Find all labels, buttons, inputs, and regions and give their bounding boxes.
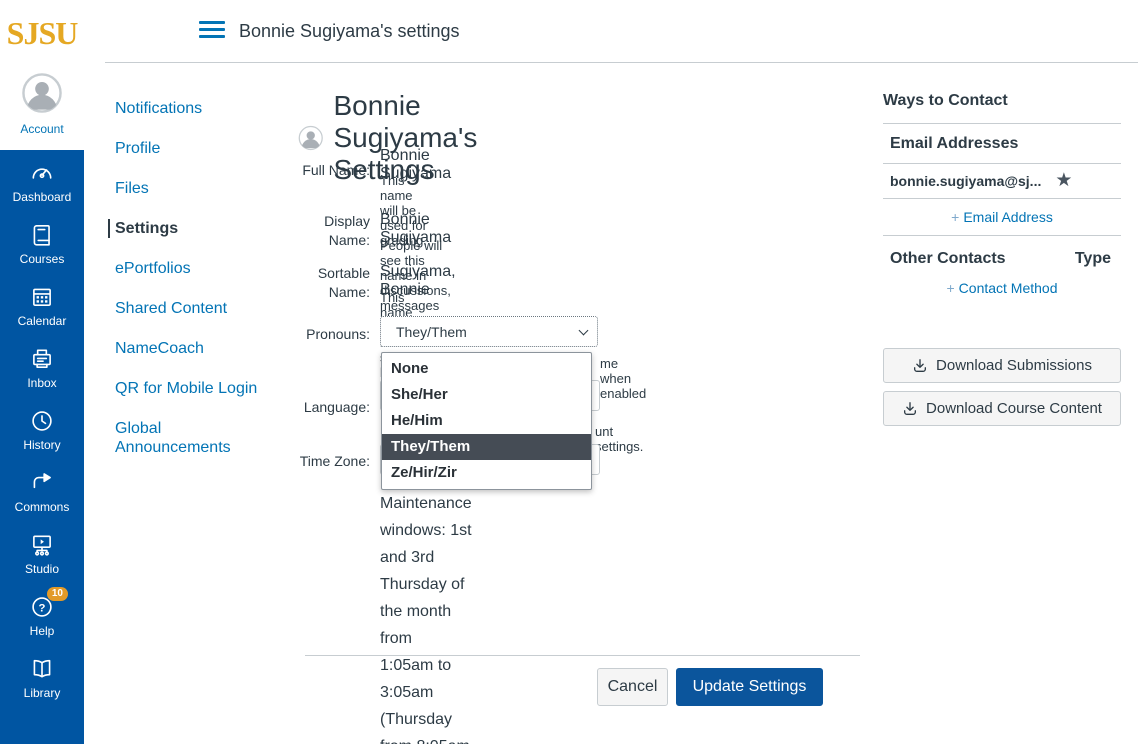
sidebar-item-calendar[interactable]: Calendar (0, 274, 84, 336)
pronouns-select[interactable]: They/Them (380, 316, 598, 347)
help-count-badge: 10 (47, 587, 68, 601)
plus-icon: + (946, 280, 954, 296)
nav-item-shared-content[interactable]: Shared Content (108, 299, 278, 318)
sidebar-item-courses[interactable]: Courses (0, 212, 84, 274)
download-submissions-button[interactable]: Download Submissions (883, 348, 1121, 383)
pronouns-label: Pronouns: (297, 325, 370, 344)
ways-to-contact-panel: Ways to Contact Email Addresses bonnie.s… (883, 92, 1121, 426)
clock-icon (28, 407, 56, 435)
dropdown-option-he-him[interactable]: He/Him (382, 408, 591, 434)
display-name-label: Display Name: (297, 212, 370, 250)
add-email-address-link[interactable]: +Email Address (883, 199, 1121, 235)
sidebar-item-label: Help (30, 624, 55, 638)
contact-panel-title: Ways to Contact (883, 92, 1121, 123)
sidebar-item-account[interactable]: Account (0, 72, 84, 150)
global-nav-sidebar: SJSU Account Dashboard (0, 0, 84, 744)
update-settings-button[interactable]: Update Settings (676, 668, 823, 706)
profile-avatar-icon (298, 112, 323, 164)
sidebar-item-label: Commons (15, 500, 70, 514)
nav-item-settings[interactable]: Settings (108, 219, 278, 238)
download-icon (912, 358, 928, 374)
download-course-content-button[interactable]: Download Course Content (883, 391, 1121, 426)
calendar-icon (28, 283, 56, 311)
pronouns-hint-fragment: me when enabled (600, 356, 646, 401)
page-header-title: Bonnie Sugiyama's settings (239, 21, 460, 42)
pronouns-selected-value: They/Them (396, 324, 467, 340)
settings-nav: Notifications Profile Files Settings ePo… (108, 99, 278, 478)
dropdown-option-ze-hir-zir[interactable]: Ze/Hir/Zir (382, 460, 591, 486)
svg-text:?: ? (39, 602, 46, 614)
type-column-heading: Type (1075, 250, 1111, 268)
nav-item-files[interactable]: Files (108, 179, 278, 198)
dropdown-option-she-her[interactable]: She/Her (382, 382, 591, 408)
plus-icon: + (951, 209, 959, 225)
sidebar-item-library[interactable]: Library (0, 646, 84, 708)
canvas-settings-page: SJSU Account Dashboard (0, 0, 1138, 744)
nav-item-global-announcements[interactable]: Global Announcements (108, 419, 258, 457)
form-footer-divider (305, 655, 860, 656)
sidebar-item-label: Studio (25, 562, 59, 576)
nav-item-eportfolios[interactable]: ePortfolios (108, 259, 278, 278)
email-address-value: bonnie.sugiyama@sj... (890, 173, 1041, 189)
language-label: Language: (297, 398, 370, 417)
sidebar-item-label: Courses (20, 252, 65, 266)
email-addresses-heading: Email Addresses (883, 124, 1121, 163)
add-contact-method-link[interactable]: +Contact Method (883, 270, 1121, 306)
sidebar-item-label: Account (0, 122, 84, 136)
language-hint-fragment: unt settings. (595, 424, 643, 454)
maintenance-line: Maintenance windows: 1st and 3rd Thursda… (380, 490, 472, 652)
dropdown-option-they-them[interactable]: They/Them (382, 434, 591, 460)
nav-item-profile[interactable]: Profile (108, 139, 278, 158)
book-icon (28, 221, 56, 249)
global-nav-items: Dashboard Courses (0, 150, 84, 744)
sidebar-item-label: Dashboard (13, 190, 72, 204)
sidebar-item-label: Inbox (27, 376, 56, 390)
sidebar-item-commons[interactable]: Commons (0, 460, 84, 522)
sortable-name-label: Sortable Name: (297, 264, 370, 302)
sidebar-item-inbox[interactable]: Inbox (0, 336, 84, 398)
sidebar-item-help[interactable]: ? 10 Help (0, 584, 84, 646)
sidebar-item-label: Calendar (18, 314, 67, 328)
nav-item-namecoach[interactable]: NameCoach (108, 339, 278, 358)
share-arrow-icon (28, 469, 56, 497)
inbox-icon (28, 345, 56, 373)
open-book-icon (28, 655, 56, 683)
studio-monitor-icon (28, 531, 56, 559)
download-icon (902, 401, 918, 417)
download-buttons: Download Submissions Download Course Con… (883, 348, 1121, 426)
maintenance-info: Maintenance windows: 1st and 3rd Thursda… (380, 490, 472, 744)
sidebar-item-studio[interactable]: Studio (0, 522, 84, 584)
pronouns-dropdown-list: None She/Her He/Him They/Them Ze/Hir/Zir (381, 352, 592, 490)
maintenance-line: 1:05am to 3:05am (Thursday from 8:05am t… (380, 652, 472, 744)
dashboard-gauge-icon (28, 159, 56, 187)
sjsu-logo[interactable]: SJSU (0, 8, 84, 58)
header-divider (105, 62, 1138, 63)
other-contacts-heading: Other Contacts (890, 250, 1006, 268)
other-contacts-header: Other Contacts Type (883, 236, 1121, 270)
sidebar-item-history[interactable]: History (0, 398, 84, 460)
nav-item-notifications[interactable]: Notifications (108, 99, 278, 118)
page-header: Bonnie Sugiyama's settings (84, 0, 1138, 62)
dropdown-option-none[interactable]: None (382, 356, 591, 382)
full-name-label: Full Name: (297, 161, 370, 180)
sidebar-item-dashboard[interactable]: Dashboard (0, 150, 84, 212)
question-circle-icon: ? 10 (28, 593, 56, 621)
default-email-star-icon[interactable]: ★ (1055, 172, 1072, 190)
cancel-button[interactable]: Cancel (597, 668, 668, 706)
email-address-row: bonnie.sugiyama@sj... ★ (883, 164, 1121, 198)
time-zone-label: Time Zone: (297, 452, 370, 471)
sidebar-item-label: Library (24, 686, 61, 700)
chevron-down-icon (579, 326, 589, 336)
hamburger-menu-icon[interactable] (199, 21, 225, 41)
nav-item-qr-mobile-login[interactable]: QR for Mobile Login (108, 379, 278, 398)
sidebar-item-label: History (23, 438, 60, 452)
account-avatar-icon (21, 72, 63, 114)
